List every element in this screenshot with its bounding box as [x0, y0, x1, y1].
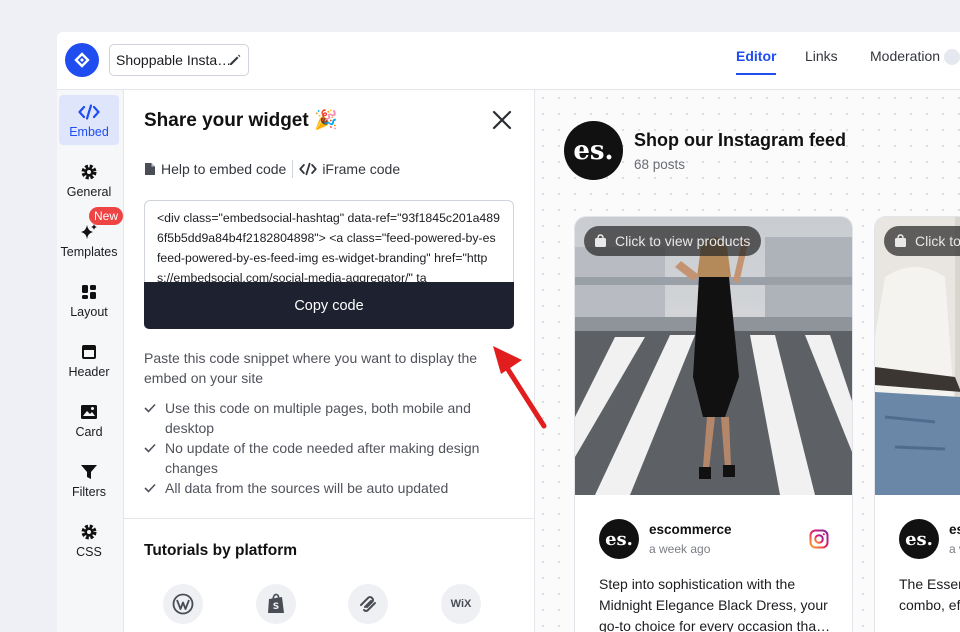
wix-icon[interactable]: WiX — [441, 584, 481, 624]
avatar: es. — [899, 519, 939, 559]
list-item-text: All data from the sources will be auto u… — [165, 480, 449, 496]
app-logo-icon[interactable] — [65, 43, 99, 77]
sidebar-item-label: Templates — [60, 244, 118, 259]
share-panel: Share your widget 🎉 Help to embed code i… — [124, 90, 535, 632]
embed-code-textarea[interactable]: <div class="embedsocial-hashtag" data-re… — [144, 200, 514, 284]
document-icon — [145, 163, 155, 175]
shopping-bag-icon — [595, 234, 606, 247]
check-icon — [144, 438, 165, 458]
post-time: a week ago — [649, 542, 711, 556]
code-icon — [78, 102, 100, 122]
filter-icon — [80, 462, 98, 482]
sidebar-item-label: Embed — [69, 124, 109, 139]
tab-moderation-label: Moderation — [870, 48, 941, 64]
sidebar-item-label: Layout — [70, 304, 108, 319]
gear-icon — [80, 522, 98, 542]
sidebar-item-templates[interactable]: New Templates — [59, 207, 124, 265]
svg-text:S: S — [273, 602, 279, 612]
shopify-icon[interactable]: S — [256, 584, 296, 624]
feed-avatar: es. — [564, 121, 623, 180]
post-caption: Step into sophistication with the Midnig… — [599, 576, 831, 632]
sidebar: Embed General New Templates Layout Heade… — [57, 90, 124, 632]
avatar: es. — [599, 519, 639, 559]
header-icon — [81, 342, 97, 362]
party-emoji-icon: 🎉 — [313, 110, 338, 131]
list-item: No update of the code needed after makin… — [144, 438, 504, 478]
annotation-arrow-icon — [493, 346, 547, 429]
post-time: a week ago — [949, 542, 960, 556]
close-icon[interactable] — [490, 108, 514, 132]
pill-label: Click to view products — [915, 233, 960, 249]
help-links: Help to embed code iFrame code — [144, 160, 400, 178]
feed-name: Shop our Instagram feed — [634, 130, 847, 150]
image-icon — [80, 402, 98, 422]
help-embed-link[interactable]: Help to embed code — [161, 161, 286, 177]
tab-links[interactable]: Links — [805, 48, 838, 64]
post-image[interactable]: Click to view products — [875, 217, 960, 495]
feed-post-count: 68 posts — [634, 157, 686, 172]
sidebar-item-label: Filters — [71, 484, 107, 499]
sidebar-item-filters[interactable]: Filters — [59, 455, 119, 505]
iframe-code-link[interactable]: iFrame code — [322, 161, 400, 177]
feature-list: Use this code on multiple pages, both mo… — [144, 398, 504, 498]
tab-editor[interactable]: Editor — [736, 48, 777, 75]
post-image[interactable]: Click to view products — [575, 217, 852, 495]
post-card[interactable]: Click to view products es. escommerce a … — [874, 216, 960, 632]
sidebar-item-label: CSS — [76, 544, 102, 559]
app-window: Shoppable Insta… Editor Links Moderation… — [57, 32, 960, 632]
view-products-pill[interactable]: Click to view products — [584, 226, 762, 256]
tab-moderation[interactable]: Moderation — [870, 48, 960, 66]
post-username[interactable]: escommerce — [649, 522, 732, 537]
check-icon — [144, 478, 165, 498]
view-products-pill[interactable]: Click to view products — [884, 226, 960, 256]
widget-title-value: Shoppable Insta… — [116, 52, 232, 68]
sidebar-item-css[interactable]: CSS — [59, 515, 119, 565]
post-username[interactable]: escommerce — [949, 522, 960, 537]
top-bar: Shoppable Insta… Editor Links Moderation — [57, 32, 960, 90]
sidebar-item-label: Card — [75, 424, 103, 439]
code-icon — [299, 162, 317, 176]
list-item-text: Use this code on multiple pages, both mo… — [165, 400, 471, 436]
sidebar-item-header[interactable]: Header — [59, 335, 119, 385]
paste-instructions: Paste this code snippet where you want t… — [144, 350, 478, 386]
panel-title: Share your widget 🎉 — [144, 108, 338, 132]
widget-title-field[interactable]: Shoppable Insta… — [109, 44, 249, 76]
copy-code-button[interactable]: Copy code — [144, 282, 514, 329]
list-item-text: No update of the code needed after makin… — [165, 440, 480, 476]
crown-icon — [944, 49, 960, 66]
panel-title-text: Share your widget — [144, 110, 309, 131]
sidebar-item-card[interactable]: Card — [59, 395, 119, 445]
sidebar-item-label: Header — [68, 364, 110, 379]
wordpress-icon[interactable] — [163, 584, 203, 624]
shopping-bag-icon — [895, 234, 906, 247]
list-item: All data from the sources will be auto u… — [144, 478, 504, 498]
squarespace-icon[interactable] — [348, 584, 388, 624]
sidebar-item-layout[interactable]: Layout — [59, 275, 119, 325]
sidebar-item-general[interactable]: General — [59, 155, 119, 205]
sidebar-item-embed[interactable]: Embed — [59, 95, 119, 145]
section-divider — [124, 518, 535, 519]
pencil-icon[interactable] — [228, 53, 242, 67]
post-card[interactable]: Click to view products es. escommerce a … — [574, 216, 853, 632]
sidebar-item-label: General — [66, 184, 112, 199]
gear-icon — [80, 162, 98, 182]
instagram-icon[interactable] — [809, 529, 829, 549]
list-item: Use this code on multiple pages, both mo… — [144, 398, 504, 438]
divider — [292, 160, 294, 178]
tutorials-title: Tutorials by platform — [144, 542, 298, 559]
new-badge: New — [89, 207, 124, 225]
pill-label: Click to view products — [615, 233, 751, 249]
check-icon — [144, 398, 165, 418]
layout-icon — [81, 282, 97, 302]
widget-preview: es. Shop our Instagram feed 68 posts Cli… — [535, 90, 960, 632]
post-caption: The Essential White Tee and Jeans combo,… — [899, 576, 960, 613]
